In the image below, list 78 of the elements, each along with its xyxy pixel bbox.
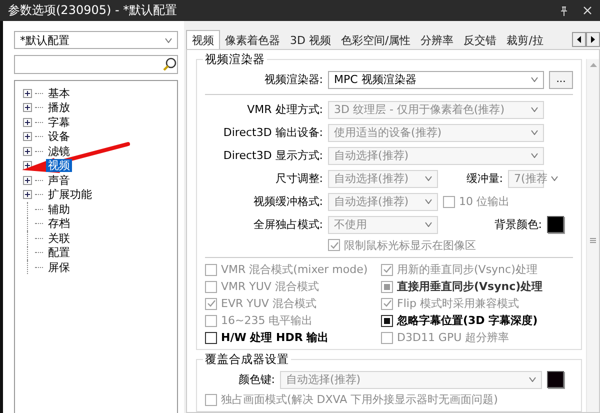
checkbox-label: VMR YUV 混合模式 — [221, 279, 319, 294]
field-label: 尺寸调整: — [274, 171, 323, 186]
scroll-left-icon[interactable] — [572, 32, 586, 47]
field-label: 全屏独占模式: — [252, 217, 323, 232]
tree-item[interactable]: 播放 — [46, 101, 72, 114]
close-icon[interactable] — [583, 6, 592, 15]
window-title: 参数选项(230905) - *默认配置 — [8, 2, 178, 19]
browse-button[interactable]: ... — [549, 70, 573, 88]
field-label: Direct3D 显示方式: — [222, 148, 323, 163]
profile-dropdown[interactable]: *默认配置 — [14, 31, 178, 49]
tree-item[interactable]: 滤镜 — [46, 144, 72, 158]
tab[interactable]: 色彩空间/属性 — [336, 32, 416, 49]
dropdown[interactable]: MPC 视频渲染器 — [328, 70, 544, 88]
field-label: VMR 处理方式: — [246, 102, 323, 117]
tab[interactable]: 视频 — [186, 30, 220, 49]
tree-item[interactable]: 扩展功能 — [46, 188, 94, 202]
field-label: 缓冲量: — [465, 171, 503, 186]
expand-icon[interactable] — [23, 190, 32, 200]
tree-item[interactable]: 存档 — [46, 217, 72, 230]
checkbox-label: 独占画面模式(解决 DXVA 下用外接显示器时无画面问题) — [221, 392, 498, 407]
checkbox-label: 限制鼠标光标显示在图像区 — [344, 238, 476, 252]
expand-icon[interactable] — [23, 88, 32, 98]
field-label: 视频缓冲格式: — [252, 194, 323, 209]
checkbox-label: EVR YUV 混合模式 — [221, 296, 316, 311]
group-title: 视频渲染器 — [203, 52, 267, 67]
pin-icon[interactable] — [559, 6, 569, 16]
tree-item[interactable]: 视频 — [46, 159, 72, 172]
tree-item[interactable]: 设备 — [46, 130, 72, 144]
tab[interactable]: 像素着色器 — [220, 32, 285, 49]
caret-icon — [529, 377, 536, 382]
tab[interactable]: 裁剪/拉 — [502, 32, 548, 49]
color-swatch[interactable] — [547, 216, 564, 233]
tree-item[interactable]: 配置 — [46, 246, 72, 260]
caret-icon — [425, 199, 432, 204]
field-label: 视频渲染器: — [263, 72, 323, 87]
tree-item[interactable]: 关联 — [46, 232, 72, 245]
caret-icon — [531, 107, 538, 112]
checkbox-label: H/W 处理 HDR 输出 — [221, 330, 329, 345]
checkbox-label: D3D11 GPU 超分辨率 — [397, 330, 510, 345]
tab[interactable]: 分辨率 — [416, 32, 459, 49]
field-label: 颜色键: — [237, 372, 275, 387]
expand-icon[interactable] — [23, 132, 32, 142]
caret-icon — [531, 153, 538, 158]
field-label: 背景颜色: — [494, 217, 542, 232]
checkbox-label: VMR 混合模式(mixer mode) — [221, 262, 368, 277]
checkbox-label: Flip 模式时采用兼容模式 — [397, 296, 519, 311]
field-label: Direct3D 输出设备: — [222, 125, 323, 140]
tree-item[interactable]: 声音 — [46, 174, 72, 187]
caret-icon — [531, 77, 538, 82]
tree-item[interactable]: 基本 — [46, 86, 72, 100]
grip-icon[interactable] — [590, 238, 596, 242]
expand-icon[interactable] — [23, 146, 32, 156]
tree-item[interactable]: 字幕 — [46, 116, 72, 129]
checkbox[interactable] — [205, 332, 217, 344]
caret-icon — [165, 38, 172, 42]
scrollbar[interactable] — [586, 59, 599, 412]
caret-icon — [425, 222, 432, 227]
tree-item[interactable]: 辅助 — [46, 202, 72, 216]
search-field[interactable] — [14, 55, 178, 74]
tab[interactable]: 反交错 — [458, 32, 502, 49]
caret-icon — [531, 130, 538, 135]
checkbox-label: 16~235 电平输出 — [221, 313, 313, 328]
caret-icon — [551, 176, 558, 181]
scroll-right-icon[interactable] — [586, 32, 600, 47]
expand-icon[interactable] — [23, 118, 32, 127]
expand-icon[interactable] — [23, 103, 32, 112]
expand-icon[interactable] — [23, 176, 32, 185]
checkbox-label: 直接用垂直同步(Vsync)处理 — [397, 279, 543, 294]
checkbox-label: 10 位输出 — [459, 194, 510, 209]
tree-item[interactable]: 屏保 — [46, 260, 72, 274]
group-title: 覆盖合成器设置 — [203, 352, 291, 367]
caret-icon — [425, 176, 432, 181]
search-icon[interactable] — [162, 57, 177, 72]
checkbox-label: 用新的垂直同步(Vsync)处理 — [397, 262, 538, 277]
checkbox-label: 忽略字幕位置(3D 字幕深度) — [397, 313, 538, 328]
scroll-up-icon[interactable] — [590, 63, 596, 68]
tab[interactable]: 3D 视频 — [285, 32, 336, 49]
checkbox[interactable] — [381, 314, 393, 326]
